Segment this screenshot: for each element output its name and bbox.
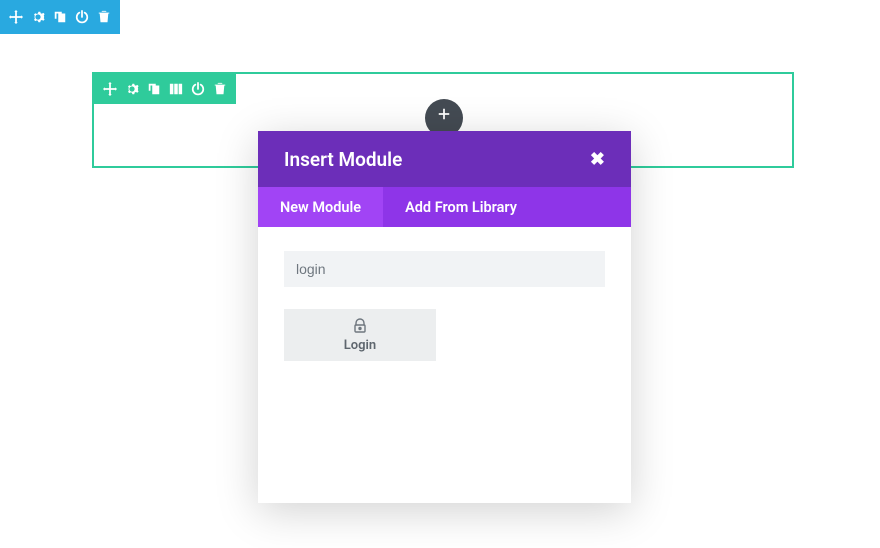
duplicate-icon[interactable] [49, 0, 71, 34]
modal-tabs: New Module Add From Library [258, 187, 631, 227]
module-search-input[interactable] [284, 251, 605, 287]
move-icon[interactable] [99, 74, 121, 104]
tab-new-module[interactable]: New Module [258, 187, 383, 227]
module-card-login[interactable]: Login [284, 309, 436, 361]
power-icon[interactable] [187, 74, 209, 104]
plus-icon [437, 107, 451, 121]
tab-add-from-library[interactable]: Add From Library [383, 187, 539, 227]
move-icon[interactable] [5, 0, 27, 34]
trash-icon[interactable] [209, 74, 231, 104]
section-toolbar [0, 0, 120, 34]
modal-body: Login [258, 227, 631, 503]
gear-icon[interactable] [27, 0, 49, 34]
lock-icon [352, 318, 368, 334]
row-toolbar [94, 74, 236, 104]
trash-icon[interactable] [93, 0, 115, 34]
modal-header: Insert Module ✖ [258, 131, 631, 187]
insert-module-modal: Insert Module ✖ New Module Add From Libr… [258, 131, 631, 503]
columns-icon[interactable] [165, 74, 187, 104]
duplicate-icon[interactable] [143, 74, 165, 104]
modal-title: Insert Module [284, 148, 402, 171]
gear-icon[interactable] [121, 74, 143, 104]
power-icon[interactable] [71, 0, 93, 34]
close-icon[interactable]: ✖ [590, 149, 605, 170]
module-card-label: Login [344, 338, 376, 353]
